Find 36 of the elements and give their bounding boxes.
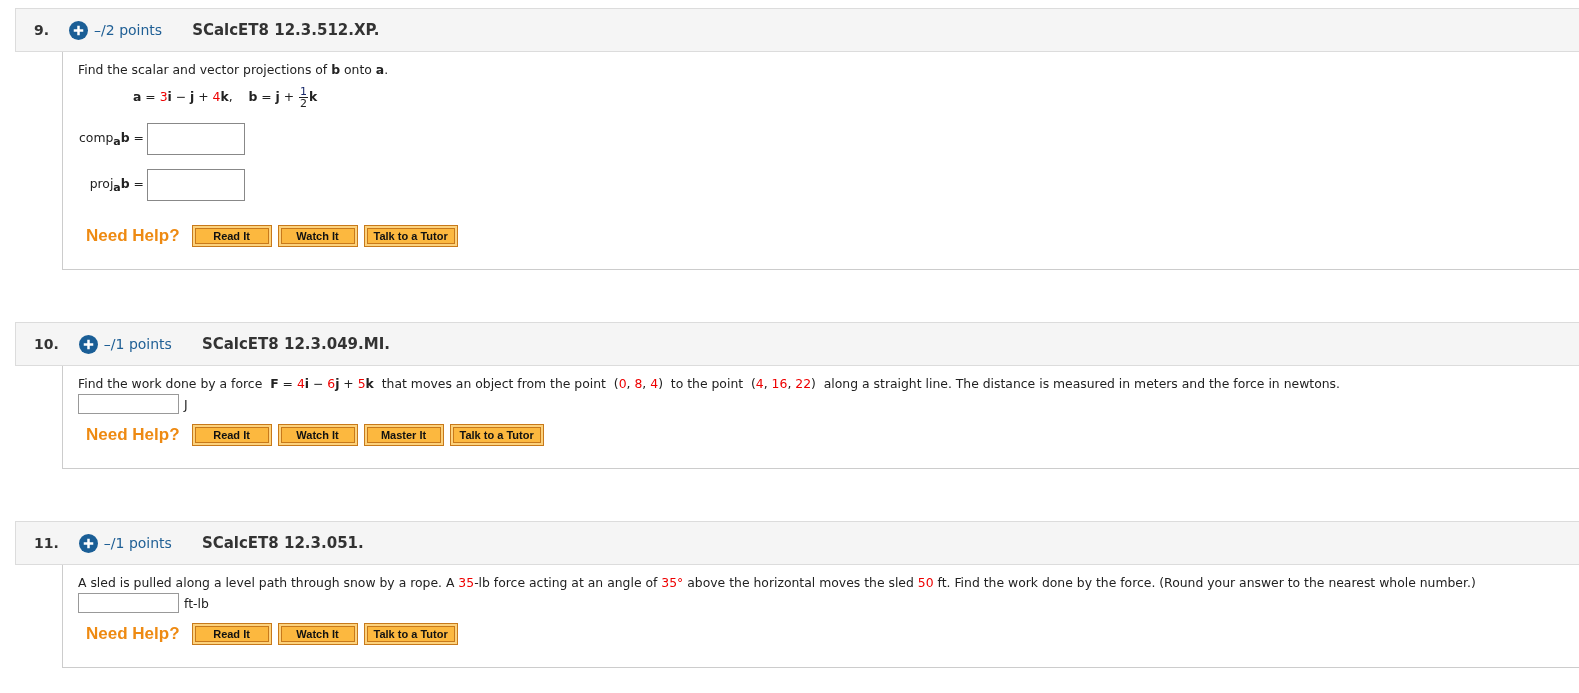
question-code: SCalcET8 12.3.051. — [201, 534, 364, 552]
help-button[interactable]: Talk to a Tutor — [363, 623, 458, 645]
help-button[interactable]: Read It — [191, 225, 272, 247]
help-button[interactable]: Talk to a Tutor — [449, 424, 544, 446]
plus-icon[interactable] — [69, 20, 89, 40]
question-text: A sled is pulled along a level path through snow by a rope. A 35-lb force acting at an angle of 35° above the horizontal moves the sled 50 ft. Find the work done by the force. (Round your answer to the nearest whole number.) — [78, 574, 1477, 592]
help-button[interactable]: Watch It — [277, 623, 358, 645]
need-help-label: Need Help? — [86, 624, 180, 644]
need-help-label: Need Help? — [86, 226, 180, 246]
plus-icon[interactable] — [78, 334, 98, 354]
help-button[interactable]: Read It — [191, 424, 272, 446]
question-code: SCalcET8 12.3.512.XP. — [192, 21, 380, 39]
answer-field[interactable] — [147, 123, 245, 155]
question-code: SCalcET8 12.3.049.MI. — [201, 335, 390, 353]
answer-field[interactable] — [78, 593, 179, 613]
question-number: 11. — [34, 535, 59, 551]
plus-icon[interactable] — [78, 533, 98, 553]
unit-label: J — [184, 396, 188, 412]
help-button[interactable]: Read It — [191, 623, 272, 645]
points-label: –/1 points — [103, 535, 172, 551]
points-label: –/2 points — [94, 22, 163, 38]
points-label: –/1 points — [103, 336, 172, 352]
help-button[interactable]: Master It — [363, 424, 444, 446]
unit-label: ft-lb — [184, 595, 209, 611]
answer-label: comp$_{a}$b = — [78, 129, 144, 149]
need-help-label: Need Help? — [86, 425, 180, 445]
question-number: 10. — [34, 336, 59, 352]
answer-field[interactable] — [147, 169, 245, 201]
question-number: 9. — [34, 22, 50, 38]
answer-field[interactable] — [78, 394, 179, 414]
question-text: Find the scalar and vector projections of b onto a. — [78, 61, 390, 79]
question-text: Find the work done by a force F = 4i − 6j + 5k that moves an object from the point (0, 8, 4) to the point (4, 16, 22) along a straight line. The distance is measured in meters and the force in newtons. — [78, 375, 1341, 393]
help-button[interactable]: Watch It — [277, 424, 358, 446]
help-button[interactable]: Talk to a Tutor — [363, 225, 458, 247]
answer-label: proj$_{a}$b = — [88, 175, 144, 195]
help-button[interactable]: Watch It — [277, 225, 358, 247]
